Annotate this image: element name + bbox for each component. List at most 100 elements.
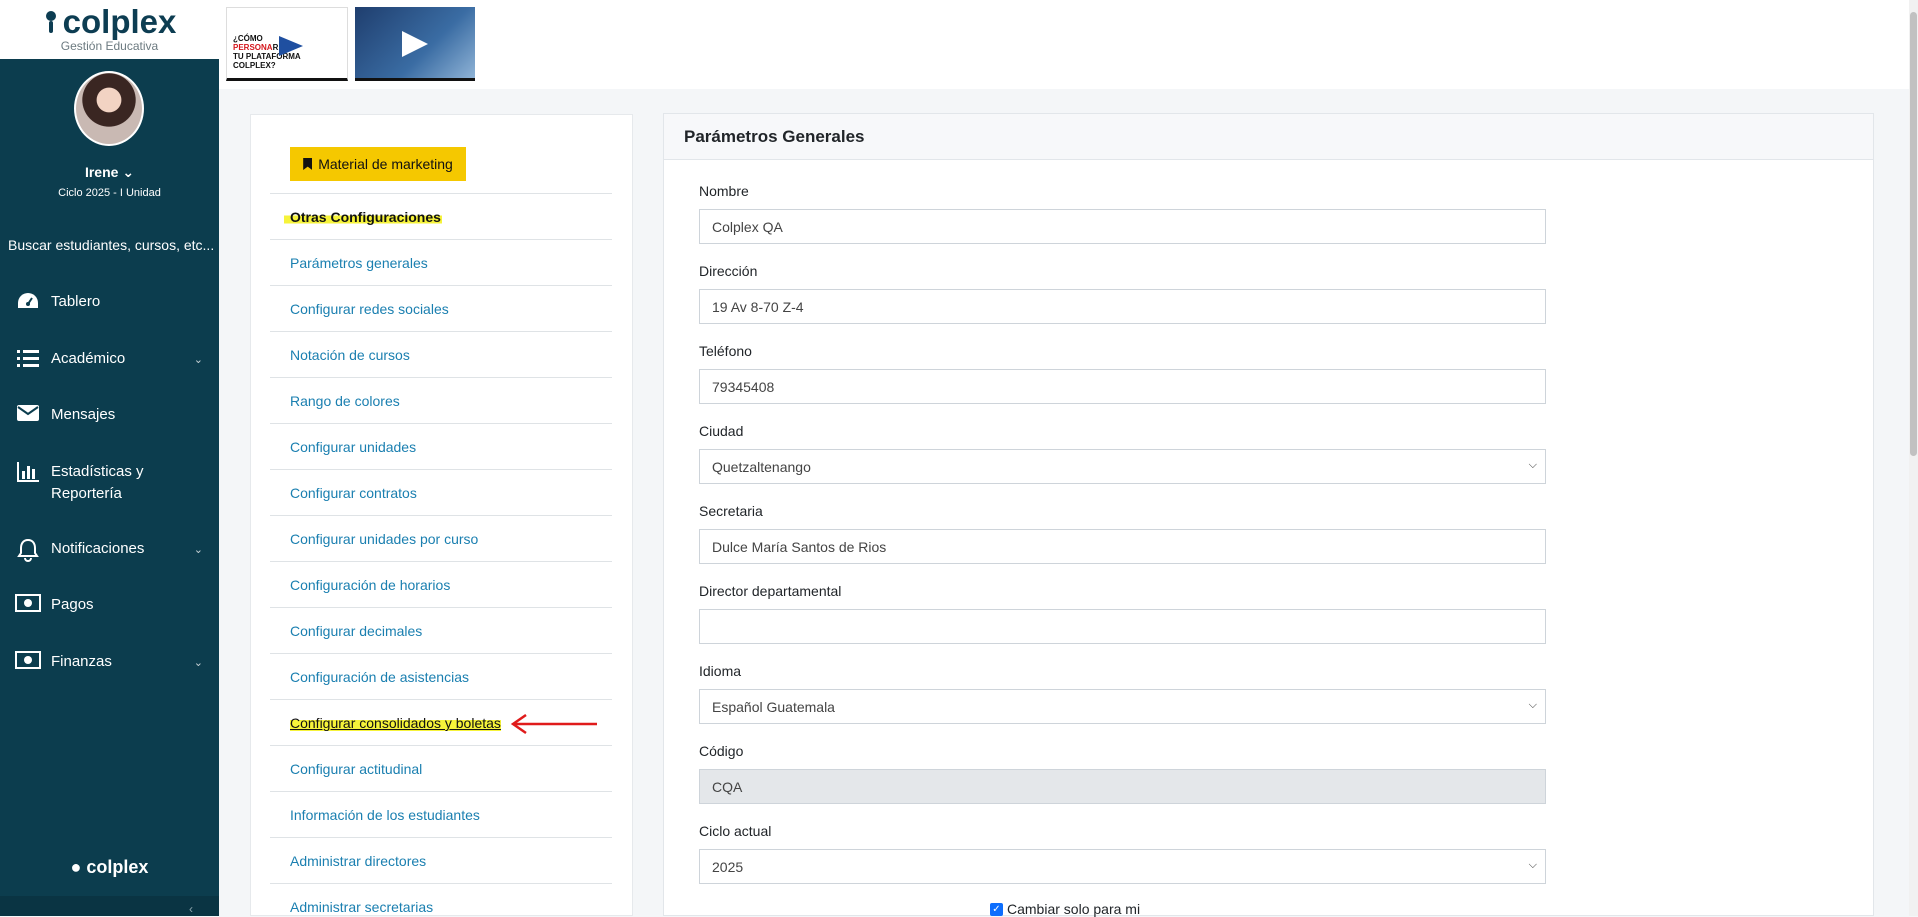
nombre-value: Colplex QA: [712, 218, 783, 235]
chevron-down-icon: ⌄: [193, 544, 203, 556]
divider: [270, 791, 612, 792]
field-label-secretaria: Secretaria: [699, 503, 763, 519]
dashboard-icon: [13, 291, 43, 311]
config-item-decimales[interactable]: Configurar decimales: [290, 623, 422, 639]
banner-text-line1: ¿CÓMO: [233, 34, 263, 43]
idioma-value: Español Guatemala: [712, 698, 835, 715]
sidebar-item-label: Estadísticas y: [51, 463, 144, 480]
divider: [270, 193, 612, 194]
user-cycle: Ciclo 2025 - I Unidad: [58, 187, 161, 199]
sidebar-item-tablero[interactable]: Tablero: [0, 291, 219, 313]
field-label-director-departamental: Director departamental: [699, 583, 842, 599]
cambiar-solo-para-mi-row[interactable]: ✓ Cambiar solo para mi: [990, 901, 1140, 917]
chevron-down-icon: ⌄: [193, 657, 203, 669]
ciudad-select[interactable]: Quetzaltenango ⌵: [699, 449, 1546, 484]
marketing-material-button[interactable]: Material de marketing: [290, 147, 466, 181]
field-label-codigo: Código: [699, 743, 744, 759]
config-item-horarios[interactable]: Configuración de horarios: [290, 577, 450, 593]
secretaria-input[interactable]: Dulce María Santos de Rios: [699, 529, 1546, 564]
sidebar-item-pagos[interactable]: Pagos: [0, 594, 219, 616]
sidebar-item-label: Mensajes: [51, 406, 116, 423]
ciudad-value: Quetzaltenango: [712, 458, 811, 475]
divider: [270, 883, 612, 884]
config-item-informacion-estudiantes[interactable]: Información de los estudiantes: [290, 807, 480, 823]
config-item-contratos[interactable]: Configurar contratos: [290, 485, 417, 501]
field-label-idioma: Idioma: [699, 663, 742, 679]
marketing-button-label: Material de marketing: [318, 156, 453, 172]
config-item-redes-sociales[interactable]: Configurar redes sociales: [290, 301, 449, 317]
sidebar: colplex Gestión Educativa Irene ⌄ Ciclo …: [0, 0, 219, 916]
sidebar-item-label: Notificaciones: [51, 540, 145, 557]
field-label-telefono: Teléfono: [699, 343, 752, 359]
divider: [270, 239, 612, 240]
divider: [270, 561, 612, 562]
ciclo-value: 2025: [712, 858, 744, 875]
video-thumbnail-personalize[interactable]: ¿CÓMO PERSONAR TU PLATAFORMA COLPLEX?: [226, 7, 348, 81]
logo-brand: colplex: [62, 2, 177, 40]
field-label-ciudad: Ciudad: [699, 423, 744, 439]
idioma-select[interactable]: Español Guatemala ⌵: [699, 689, 1546, 724]
chevron-down-icon: ⌵: [1528, 859, 1537, 871]
config-section-header: Otras Configuraciones: [284, 209, 442, 225]
checkbox-checked-icon[interactable]: ✓: [990, 902, 1003, 916]
config-item-parametros-generales[interactable]: Parámetros generales: [290, 255, 428, 271]
config-item-unidades[interactable]: Configurar unidades: [290, 439, 416, 455]
config-item-rango-colores[interactable]: Rango de colores: [290, 393, 400, 409]
field-label-direccion: Dirección: [699, 263, 758, 279]
sidebar-item-label-line2: Reportería: [51, 485, 122, 502]
field-label-nombre: Nombre: [699, 183, 749, 199]
divider: [270, 607, 612, 608]
sidebar-item-mensajes[interactable]: Mensajes: [0, 404, 219, 426]
video-thumbnail-tutorial[interactable]: [355, 7, 475, 81]
config-item-consolidados-boletas[interactable]: Configurar consolidados y boletas: [290, 715, 501, 731]
config-item-actitudinal[interactable]: Configurar actitudinal: [290, 761, 422, 777]
divider: [270, 515, 612, 516]
telefono-input[interactable]: 79345408: [699, 369, 1546, 404]
banner-text-line2: PERSONA: [233, 43, 273, 52]
avatar[interactable]: [74, 71, 144, 146]
direccion-value: 19 Av 8-70 Z-4: [712, 298, 804, 315]
config-item-notacion-cursos[interactable]: Notación de cursos: [290, 347, 410, 363]
config-item-administrar-directores[interactable]: Administrar directores: [290, 853, 426, 869]
field-label-ciclo-actual: Ciclo actual: [699, 823, 772, 839]
sidebar-item-label: Académico: [51, 350, 126, 367]
user-menu[interactable]: Irene ⌄: [0, 164, 219, 181]
divider: [270, 745, 612, 746]
sidebar-item-label: Pagos: [51, 596, 94, 613]
direccion-input[interactable]: 19 Av 8-70 Z-4: [699, 289, 1546, 324]
config-item-administrar-secretarias[interactable]: Administrar secretarias: [290, 899, 433, 915]
divider: [270, 469, 612, 470]
divider: [270, 423, 612, 424]
chevron-down-icon: ⌄: [122, 164, 135, 180]
nombre-input[interactable]: Colplex QA: [699, 209, 1546, 244]
sidebar-footer-logo: ● colplex: [0, 857, 219, 878]
colplex-logo-icon: ●: [70, 857, 82, 877]
secretaria-value: Dulce María Santos de Rios: [712, 538, 887, 555]
bell-icon: [13, 538, 43, 562]
telefono-value: 79345408: [712, 378, 775, 395]
config-item-asistencias[interactable]: Configuración de asistencias: [290, 669, 469, 685]
bookmark-icon: [303, 158, 313, 170]
sidebar-bottom-bar: [0, 896, 219, 916]
divider: [270, 699, 612, 700]
banner-text-line4: COLPLEX?: [233, 61, 276, 70]
divider: [270, 377, 612, 378]
sidebar-item-academico[interactable]: Académico ⌄: [0, 348, 219, 370]
divider: [270, 285, 612, 286]
director-departamental-input[interactable]: [699, 609, 1546, 644]
chevron-down-icon: ⌵: [1528, 459, 1537, 471]
sidebar-item-notificaciones[interactable]: Notificaciones ⌄: [0, 538, 219, 562]
logo[interactable]: colplex Gestión Educativa: [0, 0, 219, 59]
colplex-logo-icon: [43, 9, 59, 35]
sidebar-item-finanzas[interactable]: Finanzas ⌄: [0, 651, 219, 673]
ciclo-actual-select[interactable]: 2025 ⌵: [699, 849, 1546, 884]
sidebar-search[interactable]: Buscar estudiantes, cursos, etc...: [8, 237, 219, 253]
bar-chart-icon: [13, 461, 43, 483]
config-item-unidades-por-curso[interactable]: Configurar unidades por curso: [290, 531, 478, 547]
page-title: Parámetros Generales: [684, 127, 865, 146]
sidebar-item-estadisticas[interactable]: Estadísticas y Reportería: [0, 461, 219, 505]
scrollbar-thumb[interactable]: [1910, 12, 1917, 456]
collapse-sidebar-icon[interactable]: ‹: [189, 902, 193, 916]
money-icon: [13, 594, 43, 612]
codigo-input: CQA: [699, 769, 1546, 804]
